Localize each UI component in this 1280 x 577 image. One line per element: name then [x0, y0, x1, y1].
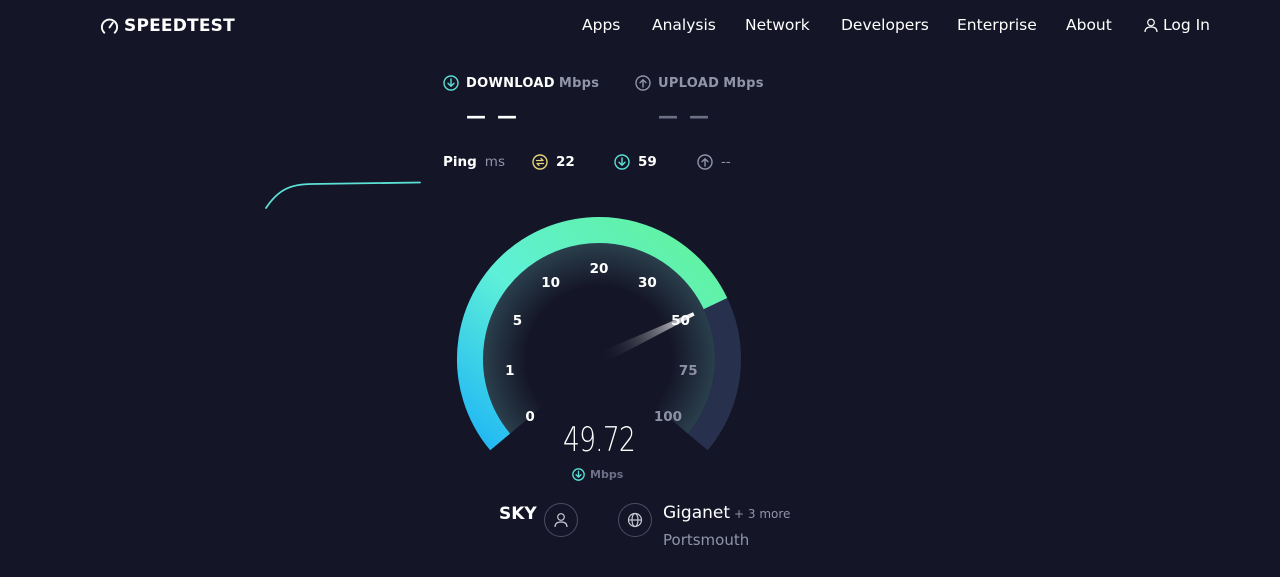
user-icon: [554, 513, 568, 528]
upload-label: UPLOAD: [658, 75, 720, 91]
download-header: DOWNLOAD Mbps: [443, 75, 599, 91]
nav-developers[interactable]: Developers: [841, 16, 929, 34]
download-arrow-icon: [614, 154, 630, 170]
nav-enterprise[interactable]: Enterprise: [957, 16, 1037, 34]
gauge-tick-label: 75: [678, 362, 698, 379]
server-more-link[interactable]: + 3 more: [734, 507, 790, 521]
ping-label-group: Ping ms: [443, 154, 505, 170]
globe-icon: [627, 512, 643, 528]
speed-history-graph: [265, 181, 421, 209]
gauge-tick-label: 0: [525, 408, 535, 425]
login-label: Log In: [1163, 16, 1211, 34]
gauge-tick-label: 30: [637, 275, 657, 292]
server-location: Portsmouth: [663, 531, 750, 549]
ping-label: Ping: [443, 154, 477, 170]
speed-unit: Mbps: [590, 468, 624, 481]
gauge-tick-label: 10: [541, 275, 561, 292]
download-value: — —: [466, 104, 519, 128]
gauge-tick-label: 20: [589, 261, 609, 277]
download-arrow-icon: [443, 75, 459, 91]
nav-analysis[interactable]: Analysis: [652, 16, 716, 34]
ping-upload-value: --: [721, 154, 731, 170]
download-unit: Mbps: [558, 75, 600, 91]
ping-download: 59: [614, 154, 657, 170]
server-name: Giganet: [663, 503, 731, 523]
change-isp-button[interactable]: [544, 503, 578, 537]
main-nav: Apps Analysis Network Developers Enterpr…: [0, 16, 1280, 38]
isp-name: SKY: [499, 504, 537, 524]
gauge-tick-label: 5: [512, 312, 523, 329]
nav-about[interactable]: About: [1066, 16, 1112, 34]
ping-idle: 22: [532, 154, 575, 170]
user-icon: [1144, 18, 1158, 32]
upload-unit: Mbps: [723, 75, 764, 91]
gauge-tick-label: 1: [505, 362, 515, 379]
login-link[interactable]: Log In: [1144, 16, 1210, 34]
server-name-group[interactable]: Giganet + 3 more: [663, 503, 790, 523]
nav-apps[interactable]: Apps: [582, 16, 620, 34]
ping-download-value: 59: [638, 154, 657, 170]
change-server-button[interactable]: [618, 503, 652, 537]
download-label: DOWNLOAD: [466, 75, 555, 91]
ping-idle-value: 22: [556, 154, 575, 170]
upload-arrow-icon: [697, 154, 713, 170]
current-speed-value: 49.72: [562, 420, 636, 460]
download-arrow-icon: [572, 468, 585, 481]
upload-header: UPLOAD Mbps: [635, 75, 764, 91]
ping-unit: ms: [484, 154, 505, 170]
gauge-tick-label: 50: [671, 312, 690, 329]
ping-upload: --: [697, 154, 731, 170]
speed-unit-label: Mbps: [572, 468, 623, 481]
upload-value: — —: [658, 104, 711, 128]
gauge-tick-label: 100: [653, 408, 683, 425]
upload-arrow-icon: [635, 75, 651, 91]
nav-network[interactable]: Network: [745, 16, 810, 34]
ping-idle-icon: [532, 154, 548, 170]
